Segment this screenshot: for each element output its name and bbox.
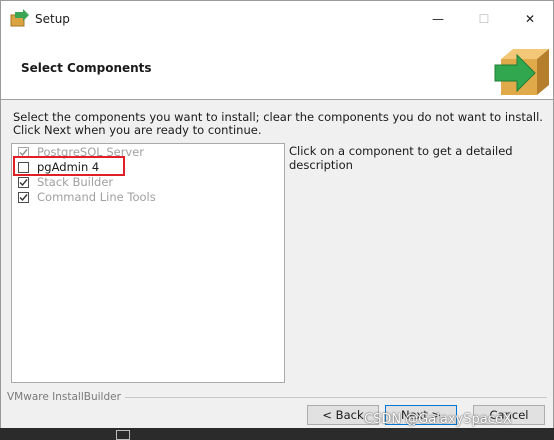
branding-text: VMware InstallBuilder (7, 391, 125, 403)
checkbox-stack-builder[interactable] (18, 176, 29, 188)
branding-row: VMware InstallBuilder (1, 391, 553, 403)
setup-window: Setup — ☐ ✕ Select Components Select the… (0, 0, 554, 440)
watermark-text: CSDN @GalaxySpaceX (364, 412, 512, 427)
annotation-highlight-box (13, 156, 125, 176)
maximize-button[interactable]: ☐ (461, 1, 507, 37)
component-description: Click on a component to get a detailed d… (289, 144, 513, 172)
component-label: Stack Builder (37, 175, 114, 189)
background-checkbox (116, 430, 130, 440)
checkmark-icon (19, 193, 28, 201)
close-button[interactable]: ✕ (507, 1, 553, 37)
components-list[interactable]: PostgreSQL Server pgAdmin 4 Stack Builde… (11, 143, 285, 383)
background-strip (0, 428, 554, 440)
component-label: Command Line Tools (37, 190, 156, 204)
instructions-text: Select the components you want to instal… (13, 110, 543, 137)
checkmark-icon (19, 178, 28, 186)
box-arrow-icon (494, 49, 549, 95)
branding-divider (111, 397, 547, 398)
setup-app-icon (10, 9, 29, 27)
window-title: Setup (35, 12, 70, 26)
minimize-button[interactable]: — (415, 1, 461, 37)
component-item-command-line-tools[interactable]: Command Line Tools (18, 190, 156, 204)
page-title: Select Components (21, 61, 152, 75)
component-item-stack-builder[interactable]: Stack Builder (18, 175, 113, 189)
checkbox-command-line-tools[interactable] (18, 191, 29, 203)
page-header: Select Components (1, 37, 553, 100)
title-bar[interactable]: Setup — ☐ ✕ (1, 1, 553, 37)
